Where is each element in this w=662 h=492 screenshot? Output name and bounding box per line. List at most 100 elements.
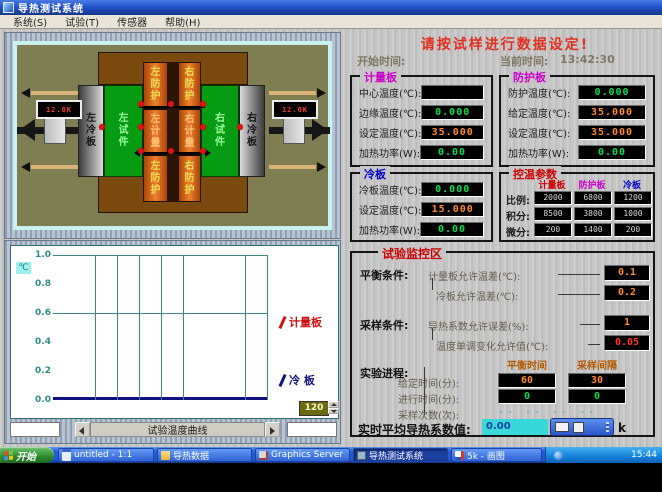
tray-clock[interactable]: 15:44	[631, 450, 657, 460]
task-label: Graphics Server	[271, 450, 343, 460]
points-count-field[interactable]: 120	[299, 401, 329, 416]
pid-i-cold[interactable]: 1000	[614, 207, 652, 221]
sensor-dot	[138, 101, 144, 107]
grip-icon[interactable]	[606, 422, 609, 432]
taskbar-task-data-folder[interactable]: 导热数据	[157, 448, 252, 462]
menu-test[interactable]: 试验(T)	[56, 14, 108, 29]
taskbar-task-untitled[interactable]: untitled - 1:1	[58, 448, 154, 462]
pid-d-cold[interactable]: 200	[614, 223, 652, 237]
guard-setpoint-value[interactable]: 35.000	[578, 125, 646, 140]
right-bottom-arrow	[317, 162, 326, 172]
sensor-dot	[200, 124, 206, 130]
left-heater-column: 左防护 左计量 左防护	[143, 62, 168, 202]
left-guard-bottom-label: 左防护	[150, 161, 162, 197]
app-icon-small	[357, 451, 366, 460]
taskbar-task-thermal-app[interactable]: 导热测试系统	[353, 448, 448, 462]
cold-tolerance-value[interactable]: 0.2	[604, 285, 650, 301]
pid-i-label: 积分:	[506, 208, 530, 223]
metering-plate-title: 计量板	[360, 69, 401, 85]
paint-icon	[455, 451, 464, 460]
given-sampling-interval[interactable]: 30	[568, 373, 626, 388]
sensor-dot	[168, 101, 174, 107]
ytick-6: 0.0	[29, 395, 51, 405]
elapsed-time-label: 进行时间(分):	[398, 391, 459, 406]
folder-icon	[161, 451, 170, 460]
right-guard-bottom: 右防护	[179, 154, 200, 201]
left-flow-display: 12.0K	[36, 100, 82, 119]
left-bottom-pipe	[31, 165, 78, 169]
given-time-label: 给定时间(分):	[398, 375, 459, 390]
metering-tolerance-value[interactable]: 0.1	[604, 265, 650, 281]
right-pump	[283, 118, 305, 144]
keyboard-icon[interactable]	[555, 422, 569, 432]
gridline-v	[161, 255, 162, 400]
left-top-arrow	[21, 88, 30, 98]
menu-system[interactable]: 系统(S)	[4, 14, 56, 29]
scrollbar-track[interactable]: 试验温度曲线	[90, 422, 265, 437]
windows-logo-icon	[4, 450, 13, 460]
cold-temp-value: 0.000	[421, 182, 484, 197]
pid-d-metering[interactable]: 200	[534, 223, 572, 237]
sensor-dot	[138, 124, 144, 130]
menu-help[interactable]: 帮助(H)	[156, 14, 209, 29]
left-bottom-arrow	[21, 162, 30, 172]
pid-params-group: 控温参数 计量板 防护板 冷板 比例: 2000 6800 1200 积分: 8…	[499, 172, 655, 242]
ytick-1: 1.0	[29, 250, 51, 260]
sample-count-value: -- -- -- --	[498, 407, 597, 418]
cold-setpoint-value[interactable]: 15.000	[421, 202, 484, 217]
left-pump	[44, 118, 66, 144]
start-button[interactable]: 开始	[0, 447, 54, 463]
right-top-arrow	[317, 88, 326, 98]
elapsed-sampling-time: 0	[568, 389, 626, 404]
pid-i-metering[interactable]: 8500	[534, 207, 572, 221]
legend-line-blue	[278, 373, 286, 386]
monitor-title: 试验监控区	[378, 245, 446, 262]
menu-sensor[interactable]: 传感器	[108, 14, 156, 29]
guard-plate-group: 防护板 防护温度(℃):0.000 给定温度(℃):35.000 设定温度(℃)…	[499, 75, 655, 167]
conductivity-error-value[interactable]: 1	[604, 315, 650, 331]
points-spinner[interactable]	[328, 401, 339, 414]
arrow-right-icon	[270, 427, 275, 435]
scroll-right-button[interactable]	[265, 422, 280, 437]
metering-setpoint-value[interactable]: 35.000	[421, 125, 484, 140]
sensor-dot	[168, 148, 174, 154]
realtime-conductivity-value: 0.00	[482, 419, 548, 435]
pid-d-guard[interactable]: 1400	[574, 223, 612, 237]
given-balance-time[interactable]: 60	[498, 373, 556, 388]
sensor-dot	[99, 124, 105, 130]
pid-p-metering[interactable]: 2000	[534, 191, 572, 205]
scroll-left-button[interactable]	[75, 422, 90, 437]
left-guard-top: 左防护	[144, 63, 167, 108]
sensor-dot	[200, 101, 206, 107]
guard-power-label: 加热功率(W):	[508, 145, 569, 160]
gridline-v	[95, 255, 96, 400]
curve-scrollbar[interactable]: 试验温度曲线	[75, 422, 280, 437]
monotonic-change-value[interactable]: 0.05	[604, 335, 650, 351]
left-top-pipe	[31, 91, 78, 95]
language-bar[interactable]	[550, 418, 614, 436]
ime-options-icon[interactable]	[573, 422, 584, 433]
bracket-line	[432, 328, 433, 340]
taskbar-task-graphics-server[interactable]: Graphics Server	[255, 448, 350, 462]
pid-i-guard[interactable]: 3800	[574, 207, 612, 221]
right-guard-bottom-label: 右防护	[184, 161, 196, 197]
guard-given-value[interactable]: 35.000	[578, 105, 646, 120]
cold-power-value: 0.00	[420, 222, 484, 237]
ytick-4: 0.4	[29, 337, 51, 347]
start-time-label: 开始时间:	[357, 53, 405, 69]
taskbar-task-paint[interactable]: 5k - 画图	[451, 448, 542, 462]
spinner-down-icon[interactable]	[328, 408, 339, 415]
guard-plate-title: 防护板	[509, 69, 550, 85]
current-time-value: 13:42:30	[560, 53, 615, 66]
right-specimen: 右试件	[201, 85, 239, 177]
cold-plate-title: 冷板	[360, 166, 390, 182]
connector-line	[558, 294, 600, 295]
balance-condition-label: 平衡条件:	[360, 267, 408, 283]
cold-temp-label: 冷板温度(℃):	[359, 182, 421, 197]
tray-network-icon[interactable]	[554, 451, 563, 460]
task-label: untitled - 1:1	[74, 450, 132, 460]
pid-p-guard[interactable]: 6800	[574, 191, 612, 205]
guard-power-value: 0.00	[578, 145, 646, 160]
center-temp-value	[421, 85, 484, 100]
pid-p-cold[interactable]: 1200	[614, 191, 652, 205]
